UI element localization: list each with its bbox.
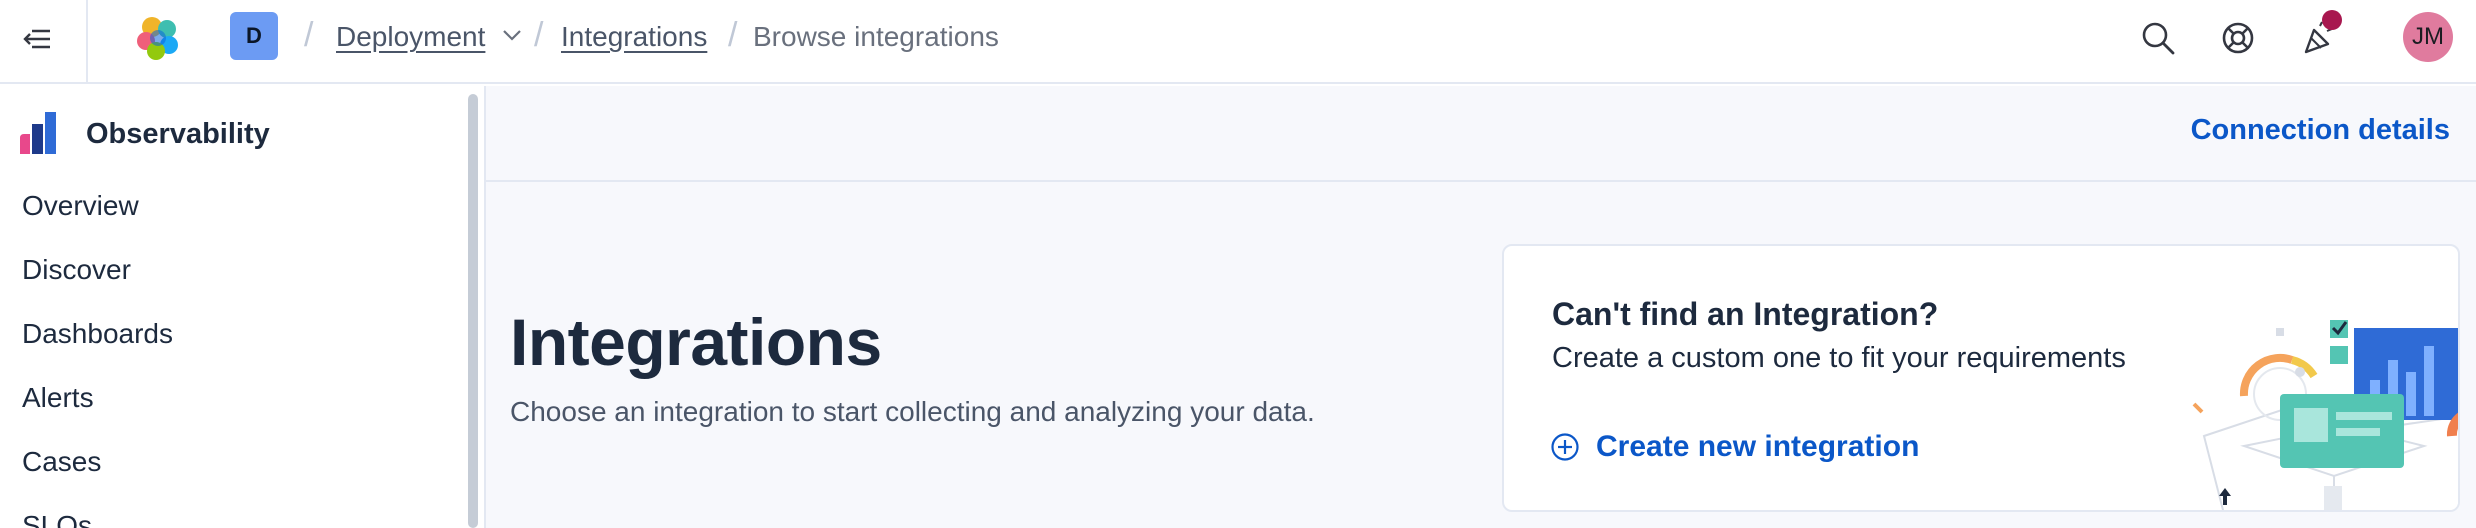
deployment-avatar[interactable]: D bbox=[230, 12, 278, 60]
user-avatar[interactable]: JM bbox=[2403, 12, 2453, 62]
create-new-integration-label: Create new integration bbox=[1596, 430, 1920, 463]
page-title: Integrations bbox=[510, 305, 882, 379]
sidebar-scrollbar[interactable] bbox=[468, 94, 478, 528]
connection-details-link[interactable]: Connection details bbox=[2191, 114, 2450, 147]
card-title: Can't find an Integration? bbox=[1552, 296, 1939, 332]
plus-circle-icon bbox=[1551, 433, 1579, 461]
sidebar-item-cases[interactable]: Cases bbox=[22, 446, 101, 478]
chevron-down-icon[interactable] bbox=[502, 28, 522, 42]
collapse-menu-icon[interactable] bbox=[20, 22, 54, 56]
page-subtitle: Choose an integration to start collectin… bbox=[510, 396, 1315, 427]
integration-illustration-icon bbox=[2192, 320, 2458, 510]
breadcrumb-integrations[interactable]: Integrations bbox=[561, 20, 707, 54]
sidebar-item-alerts[interactable]: Alerts bbox=[22, 382, 94, 414]
header-divider bbox=[86, 0, 88, 84]
sidebar-title: Observability bbox=[86, 118, 270, 150]
breadcrumb-deployment[interactable]: Deployment bbox=[336, 20, 485, 54]
page-topbar bbox=[486, 86, 2476, 182]
sidebar-item-overview[interactable]: Overview bbox=[22, 190, 139, 222]
breadcrumb-separator: / bbox=[304, 16, 314, 54]
observability-logo-icon bbox=[20, 112, 56, 154]
breadcrumb-separator: / bbox=[728, 16, 738, 54]
breadcrumb-separator: / bbox=[534, 16, 544, 54]
top-header: D / Deployment / Integrations / Browse i… bbox=[0, 0, 2476, 84]
sidebar-item-discover[interactable]: Discover bbox=[22, 254, 131, 286]
search-icon[interactable] bbox=[2138, 18, 2178, 58]
create-new-integration-link[interactable]: Create new integration bbox=[1550, 430, 1919, 464]
elastic-logo[interactable] bbox=[134, 14, 182, 62]
breadcrumb-current: Browse integrations bbox=[753, 21, 999, 52]
help-icon[interactable] bbox=[2218, 18, 2258, 58]
sidebar-item-dashboards[interactable]: Dashboards bbox=[22, 318, 173, 350]
notification-dot bbox=[2322, 10, 2342, 30]
custom-integration-card: Can't find an Integration? Create a cust… bbox=[1502, 244, 2460, 512]
sidebar-item-slos[interactable]: SLOs bbox=[22, 510, 92, 528]
card-description: Create a custom one to fit your requirem… bbox=[1552, 342, 2126, 374]
